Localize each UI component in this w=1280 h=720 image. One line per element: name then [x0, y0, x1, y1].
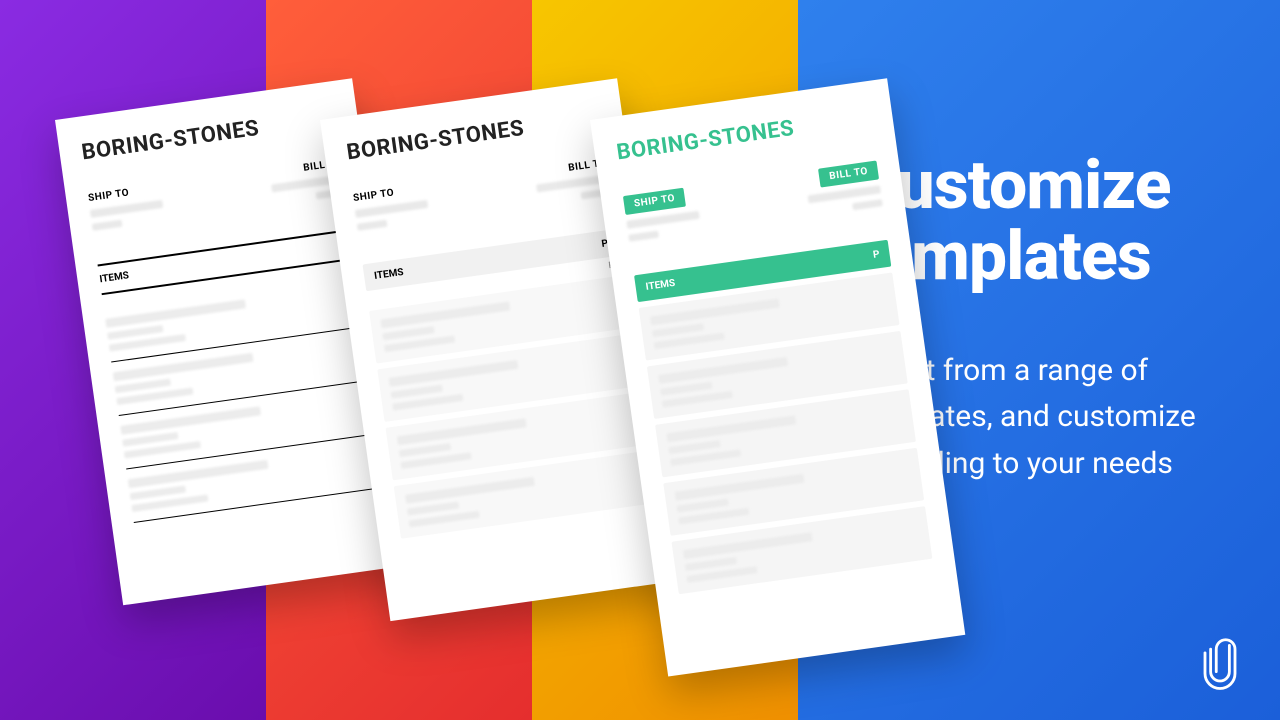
cards-layer: BORING-STONES SHIP TO BILL TO ITEMS: [0, 0, 1280, 720]
company-name: BORING-STONES: [80, 105, 337, 165]
placeholder-line: [357, 220, 388, 231]
promo-slide: Customize templates Select from a range …: [0, 0, 1280, 720]
placeholder-line: [852, 199, 883, 210]
items-header: ITEMS: [99, 270, 130, 285]
price-header: P: [872, 249, 880, 261]
ship-to-label: SHIP TO: [353, 176, 474, 204]
company-name: BORING-STONES: [345, 105, 602, 165]
placeholder-line: [628, 231, 659, 242]
placeholder-line: [355, 200, 428, 218]
ship-to-label: SHIP TO: [623, 188, 686, 215]
items-header: ITEMS: [645, 278, 676, 293]
items-header: ITEMS: [374, 267, 405, 282]
placeholder-line: [90, 200, 163, 218]
placeholder-line: [92, 220, 123, 231]
ship-to-label: SHIP TO: [88, 176, 209, 204]
placeholder-line: [626, 211, 699, 229]
company-name: BORING-STONES: [615, 105, 872, 165]
bill-to-label: BILL TO: [818, 161, 879, 188]
